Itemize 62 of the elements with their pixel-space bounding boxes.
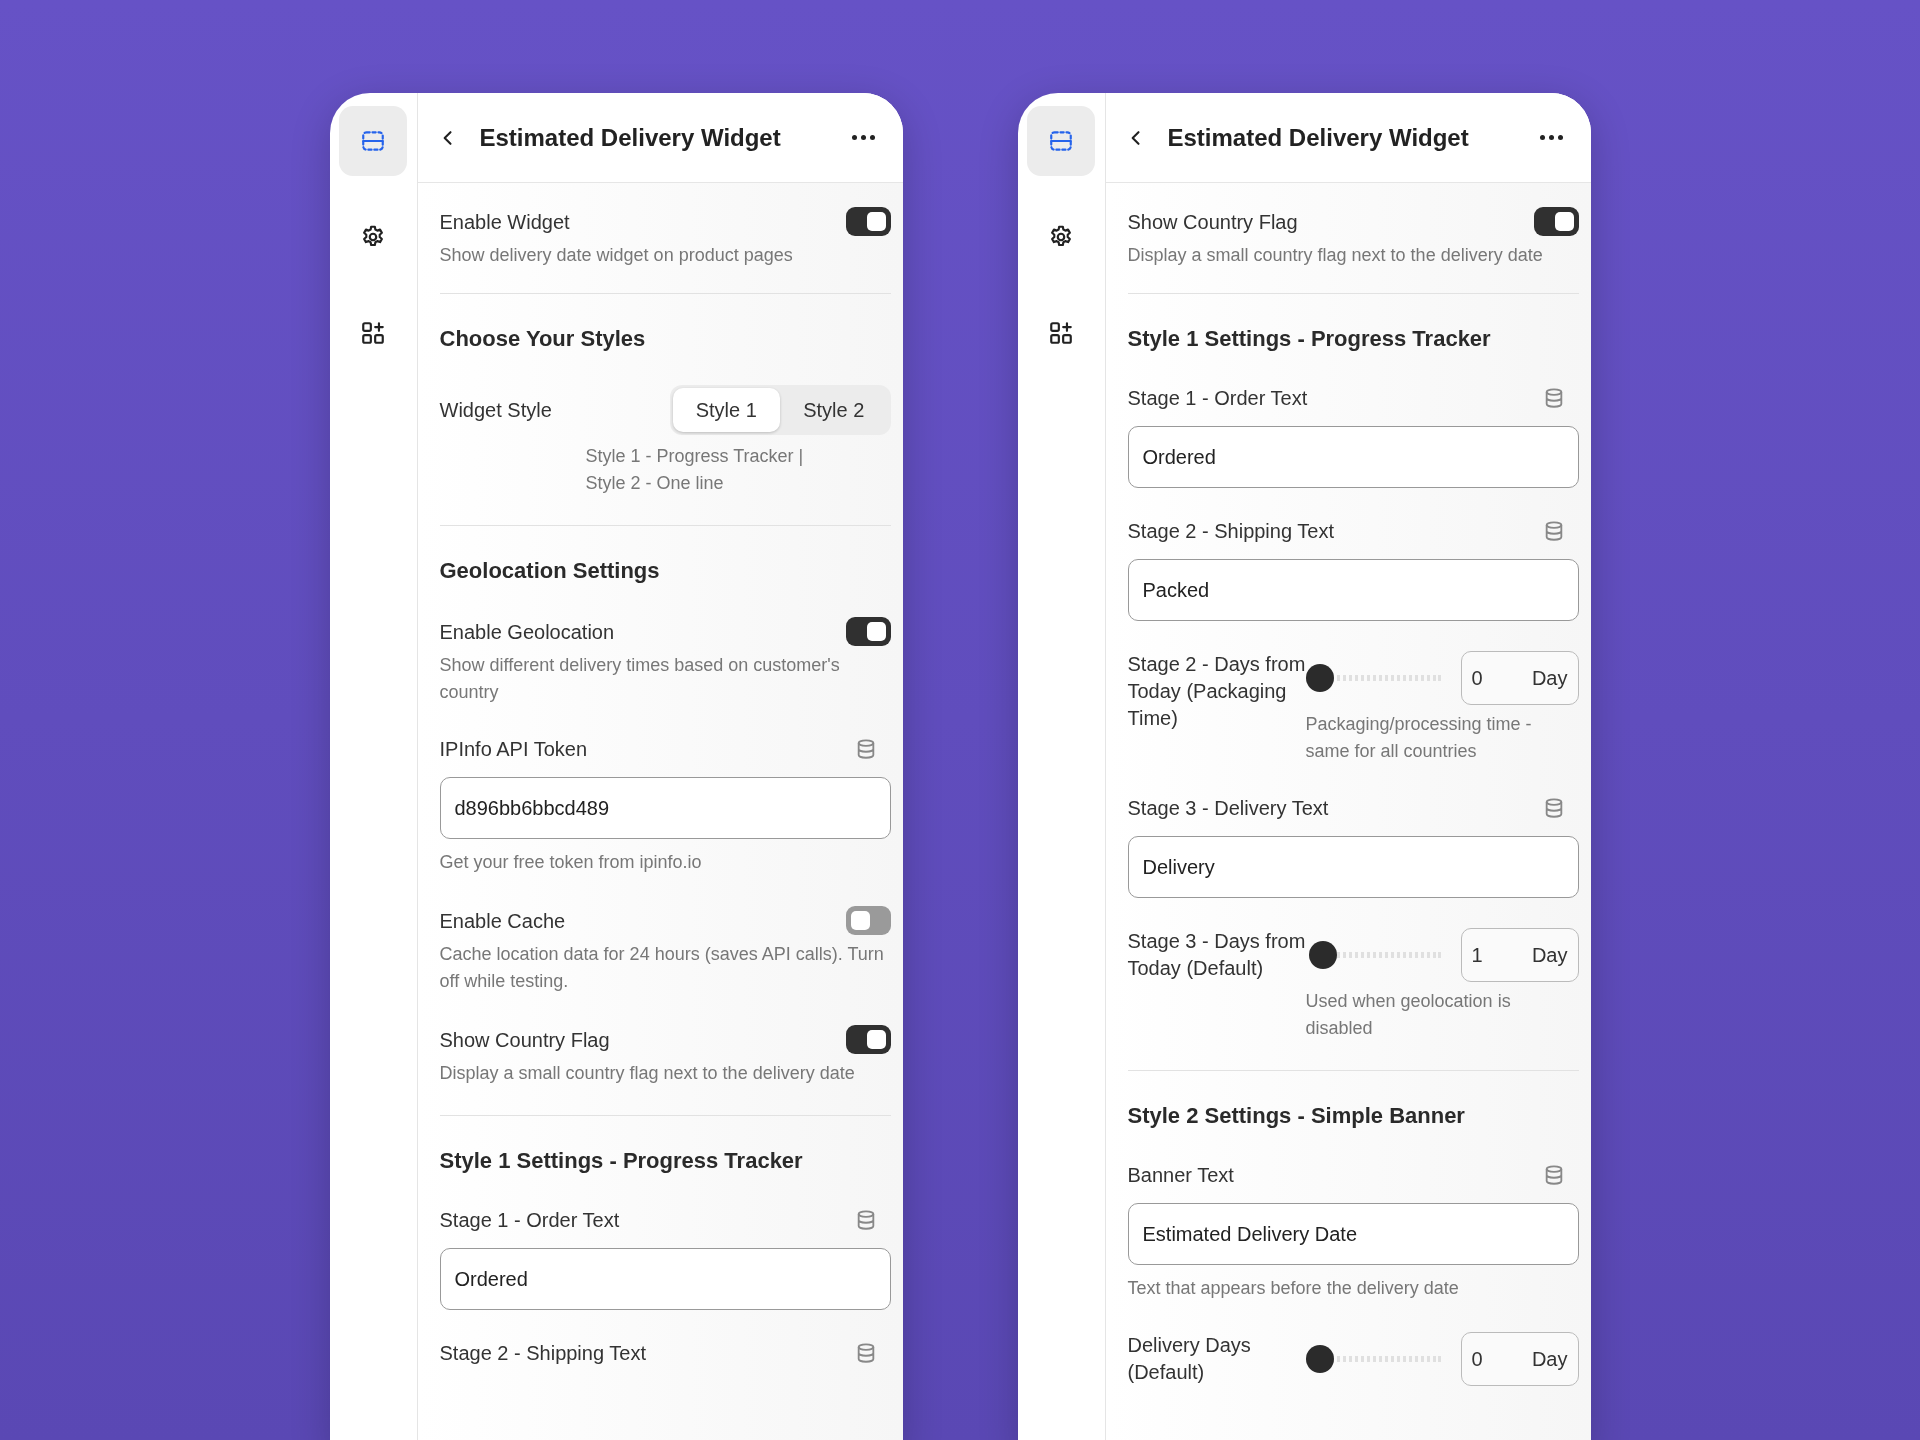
field-label: Enable Cache — [439, 908, 566, 934]
field-label: Stage 3 - Days from Today (Default) — [1127, 929, 1306, 981]
style-tab[interactable]: Style 2 — [780, 388, 888, 432]
unit-label: Day — [1531, 1347, 1568, 1372]
toggle-switch[interactable] — [1533, 207, 1579, 236]
page-title: Estimated Delivery Widget — [479, 122, 782, 153]
help-text: Show delivery date widget on product pages — [439, 244, 794, 267]
text-input[interactable]: Ordered — [1127, 426, 1579, 488]
help-text: Get your free token from ipinfo.io — [439, 851, 703, 874]
layout-icon — [1048, 128, 1074, 154]
section-heading: Style 1 Settings - Progress Tracker — [1127, 325, 1492, 353]
help-text: Used when geolocation is disabled — [1305, 990, 1512, 1040]
input-value: 1 — [1471, 943, 1483, 968]
field-label: IPInfo API Token — [439, 737, 587, 762]
field-label: Stage 3 - Delivery Text — [1127, 796, 1329, 821]
number-input[interactable]: 1 Day — [1460, 928, 1579, 982]
field-label: Stage 1 - Order Text — [1127, 386, 1308, 411]
add-widget-icon — [360, 320, 386, 346]
text-input[interactable]: d896bb6bbcd489 — [439, 777, 891, 839]
slider-thumb[interactable] — [1305, 664, 1334, 692]
field-label: Show Country Flag — [439, 1027, 610, 1053]
field-label: Delivery Days (Default) — [1127, 1333, 1252, 1385]
help-text: Cache location data for 24 hours (saves API calls). Turn off while testing. — [439, 943, 885, 993]
field-label: Stage 2 - Shipping Text — [439, 1341, 646, 1366]
layout-icon — [360, 128, 386, 154]
toggle-switch[interactable] — [845, 207, 891, 236]
unit-label: Day — [1531, 943, 1568, 968]
help-text: Display a small country flag next to the delivery date — [439, 1062, 856, 1085]
toggle-switch[interactable] — [845, 617, 891, 646]
number-input[interactable]: 0 Day — [1460, 651, 1579, 705]
section-heading: Choose Your Styles — [439, 325, 647, 353]
add-widget-icon — [1048, 320, 1074, 346]
input-value: 0 — [1471, 1347, 1483, 1372]
help-text: Text that appears before the delivery date — [1127, 1277, 1460, 1300]
field-label: Enable Widget — [439, 209, 570, 235]
field-label: Show Country Flag — [1127, 209, 1298, 235]
text-input[interactable]: Delivery — [1127, 836, 1579, 898]
slider-thumb[interactable] — [1308, 941, 1337, 969]
input-value: 0 — [1471, 666, 1483, 691]
page-title: Estimated Delivery Widget — [1167, 122, 1470, 153]
help-text: Style 1 - Progress Tracker | Style 2 - One line — [585, 445, 805, 495]
field-label: Stage 2 - Shipping Text — [1127, 519, 1334, 544]
help-text: Show different delivery times based on customer's country — [439, 654, 841, 704]
help-text: Display a small country flag next to the delivery date — [1127, 244, 1544, 267]
text-input[interactable]: Ordered — [439, 1248, 891, 1310]
section-heading: Geolocation Settings — [439, 557, 661, 585]
slider-thumb[interactable] — [1305, 1345, 1334, 1373]
unit-label: Day — [1531, 666, 1568, 691]
field-label: Stage 1 - Order Text — [439, 1208, 620, 1233]
number-input[interactable]: 0 Day — [1460, 1332, 1579, 1386]
toggle-switch[interactable] — [845, 1025, 891, 1054]
text-input[interactable]: Estimated Delivery Date — [1127, 1203, 1579, 1265]
text-input[interactable]: Packed — [1127, 559, 1579, 621]
field-label: Banner Text — [1127, 1163, 1234, 1188]
section-heading: Style 2 Settings - Simple Banner — [1127, 1102, 1466, 1130]
field-label: Widget Style — [439, 398, 552, 423]
field-label: Enable Geolocation — [439, 619, 615, 645]
toggle-switch[interactable] — [845, 906, 891, 935]
style-tab[interactable]: Style 1 — [672, 388, 780, 432]
help-text: Packaging/processing time - same for all countries — [1305, 713, 1533, 763]
field-label: Stage 2 - Days from Today (Packaging Time) — [1127, 652, 1306, 731]
section-heading: Style 1 Settings - Progress Tracker — [439, 1147, 804, 1175]
